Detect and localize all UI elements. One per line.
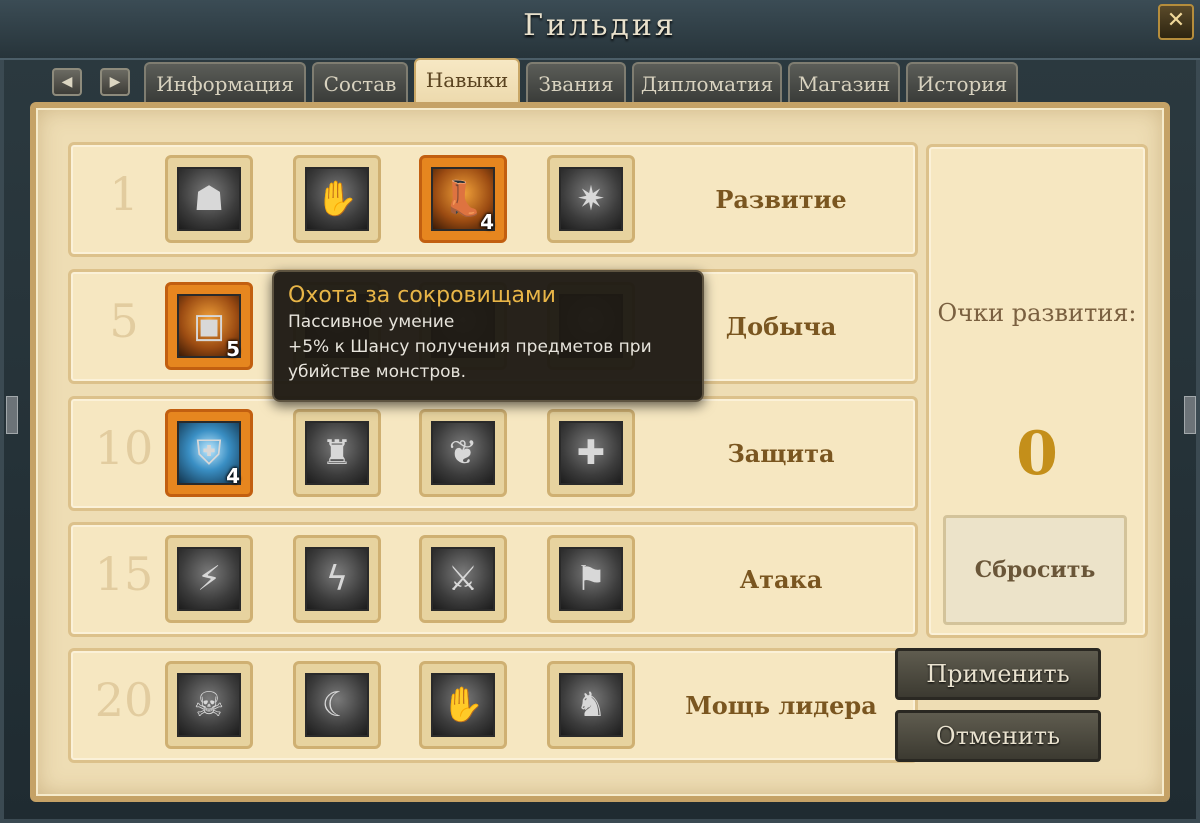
skill-slot[interactable]: ☾ — [293, 661, 381, 749]
skill-slot[interactable]: ✋ — [419, 661, 507, 749]
reset-button[interactable]: Сбросить — [943, 515, 1127, 625]
warrior-icon: ⚔ — [431, 547, 495, 611]
right-scroll-handle[interactable] — [1184, 396, 1196, 434]
row-name: Защита — [727, 439, 835, 468]
skill-slot[interactable]: ⚡ — [165, 535, 253, 623]
grasping-hand-icon: ✋ — [305, 167, 369, 231]
points-value: 0 — [1016, 419, 1058, 489]
row-level-requirement: 5 — [109, 294, 139, 348]
tab-bar: ◀ ▶ Информация Состав Навыки Звания Дипл… — [46, 58, 1046, 104]
skill-slot[interactable]: ☠ — [165, 661, 253, 749]
tab-information[interactable]: Информация — [144, 62, 306, 102]
lightning-banner-icon: ϟ — [305, 547, 369, 611]
triangle-right-icon[interactable]: ▶ — [100, 68, 130, 96]
row-level-requirement: 1 — [109, 167, 139, 221]
winged-emblem-icon: ❦ — [431, 421, 495, 485]
tab-shop[interactable]: Магазин — [788, 62, 900, 102]
points-label-text: Очки развития: — [937, 299, 1137, 327]
energy-burst-icon: ✷ — [559, 167, 623, 231]
skill-row-defense: 10 ⛨ 4 ♜ ❦ ✚ Защита — [68, 396, 918, 511]
close-icon[interactable]: ✕ — [1158, 4, 1194, 40]
cross-banner-icon: ✚ — [559, 421, 623, 485]
row-level-requirement: 15 — [94, 547, 154, 601]
tooltip-description-line-1: +5% к Шансу получения предметов при — [288, 337, 652, 357]
skill-row-development: 1 ☗ ✋ 👢 4 ✷ Развитие — [68, 142, 918, 257]
window-title: Гильдия — [523, 8, 677, 43]
open-palm-icon: ✋ — [431, 673, 495, 737]
armored-knight-icon: ♜ — [305, 421, 369, 485]
cancel-button[interactable]: Отменить — [895, 710, 1101, 762]
skill-slot[interactable]: ϟ — [293, 535, 381, 623]
points-label: Очки развития: — [929, 297, 1145, 329]
tab-skills[interactable]: Навыки — [414, 58, 520, 104]
skill-slot-learned[interactable]: ▣ 5 — [165, 282, 253, 370]
tooltip-description-line-2: убийстве монстров. — [288, 362, 466, 382]
title-bar[interactable]: Гильдия ✕ — [0, 0, 1200, 60]
shadow-figure-icon: ☗ — [177, 167, 241, 231]
row-level-requirement: 20 — [94, 673, 154, 727]
row-level-requirement: 10 — [94, 421, 154, 475]
skill-slot[interactable]: ♞ — [547, 661, 635, 749]
tooltip-skill-type: Пассивное умение — [288, 312, 455, 332]
tooltip-title: Охота за сокровищами — [288, 283, 556, 308]
skill-rank: 5 — [226, 337, 240, 361]
skill-tooltip: Охота за сокровищами Пассивное умение +5… — [272, 270, 704, 402]
skill-slot[interactable]: ❦ — [419, 409, 507, 497]
tab-diplomacy[interactable]: Дипломатия — [632, 62, 782, 102]
wolf-banner-icon: ⚑ — [559, 547, 623, 611]
skill-rank: 4 — [480, 210, 494, 234]
skill-slot[interactable]: ✷ — [547, 155, 635, 243]
row-name: Мощь лидера — [685, 691, 877, 720]
triangle-left-icon[interactable]: ◀ — [52, 68, 82, 96]
slash-strike-icon: ⚡ — [177, 547, 241, 611]
tab-history[interactable]: История — [906, 62, 1018, 102]
apply-button[interactable]: Применить — [895, 648, 1101, 700]
skull-icon: ☠ — [177, 673, 241, 737]
tab-ranks[interactable]: Звания — [526, 62, 626, 102]
skill-slot[interactable]: ✚ — [547, 409, 635, 497]
row-name: Атака — [739, 565, 823, 594]
skill-slot[interactable]: ⚔ — [419, 535, 507, 623]
raven-icon: ☾ — [305, 673, 369, 737]
skill-slot[interactable]: ☗ — [165, 155, 253, 243]
row-name: Развитие — [715, 185, 847, 214]
skill-row-leader-power: 20 ☠ ☾ ✋ ♞ Мощь лидера — [68, 648, 918, 763]
skill-rank: 4 — [226, 464, 240, 488]
skill-slot-learned[interactable]: ⛨ 4 — [165, 409, 253, 497]
skill-row-attack: 15 ⚡ ϟ ⚔ ⚑ Атака — [68, 522, 918, 637]
tab-roster[interactable]: Состав — [312, 62, 408, 102]
skill-slot[interactable]: ✋ — [293, 155, 381, 243]
left-scroll-handle[interactable] — [6, 396, 18, 434]
skill-slot[interactable]: ♜ — [293, 409, 381, 497]
points-panel: Очки развития: 0 Сбросить — [926, 144, 1148, 638]
skill-slot[interactable]: ⚑ — [547, 535, 635, 623]
skill-slot-learned[interactable]: 👢 4 — [419, 155, 507, 243]
strongman-icon: ♞ — [559, 673, 623, 737]
